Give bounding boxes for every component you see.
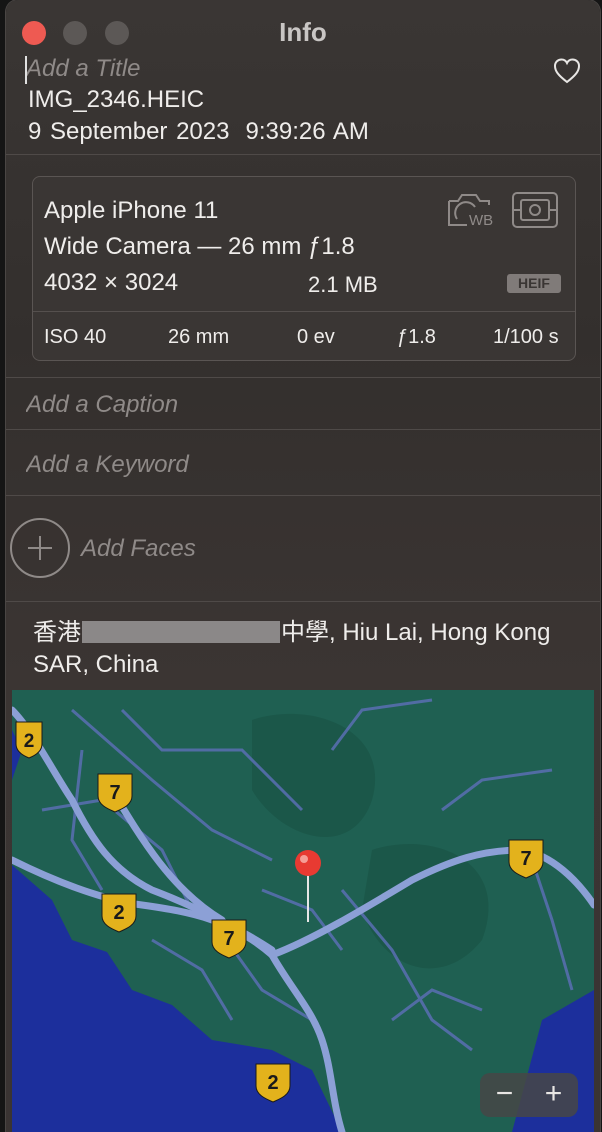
divider <box>6 601 600 602</box>
title-input[interactable] <box>24 54 526 84</box>
keyword-input[interactable] <box>26 448 566 482</box>
lens-info: Wide Camera — 26 mm ƒ1.8 <box>44 233 355 260</box>
hill-shading <box>252 713 376 838</box>
zoom-out-button[interactable]: − <box>480 1073 529 1117</box>
image-dimensions: 4032 × 3024 <box>44 269 179 296</box>
route-shield: 7 <box>97 773 133 813</box>
route-shield: 2 <box>15 721 43 759</box>
exif-aperture: ƒ1.8 <box>397 326 436 348</box>
divider <box>6 429 600 430</box>
format-badge: HEIF <box>507 274 561 293</box>
route-shield: 2 <box>101 893 137 933</box>
location-map[interactable]: 2 7 2 7 7 2 − + <box>12 690 594 1132</box>
location-address: 香港 中學, Hiu Lai, Hong Kong SAR, China <box>33 617 593 681</box>
camera-model: Apple iPhone 11 <box>44 197 219 224</box>
exif-iso: ISO 40 <box>44 326 107 348</box>
water-area <box>12 865 342 1132</box>
zoom-in-button[interactable]: + <box>529 1073 578 1117</box>
wb-text: WB <box>469 212 493 229</box>
map-canvas: 2 7 2 7 7 2 <box>12 698 594 1132</box>
redacted-block <box>82 621 280 643</box>
divider <box>6 377 600 378</box>
capture-time: 9:39:26 AM <box>245 118 369 145</box>
title-bar: Info <box>6 0 600 60</box>
divider <box>6 495 600 496</box>
info-window: Info IMG_2346.HEIC 9 September 2023 9:39:… <box>6 0 600 1132</box>
capture-datetime: 9 September 2023 9:39:26 AM <box>28 118 369 146</box>
white-balance-icon: WB <box>448 194 493 229</box>
exif-divider <box>33 311 575 312</box>
camera-info-card: Apple iPhone 11 Wide Camera — 26 mm ƒ1.8… <box>32 176 576 361</box>
favorite-heart-icon[interactable] <box>552 56 582 86</box>
add-faces-button[interactable] <box>10 518 70 578</box>
text-caret <box>25 56 27 84</box>
file-size: 2.1 MB <box>308 272 378 297</box>
add-faces-label[interactable]: Add Faces <box>81 535 196 563</box>
route-shield-number: 7 <box>223 928 234 950</box>
capture-date: 9 September 2023 <box>28 118 230 145</box>
exif-shutter-speed: 1/100 s <box>493 326 559 348</box>
location-prefix: 香港 <box>33 619 81 646</box>
route-shield: 7 <box>211 919 247 959</box>
hill-shading <box>362 844 489 969</box>
route-shield-number: 2 <box>267 1072 278 1094</box>
map-zoom-control: − + <box>480 1073 578 1117</box>
exif-exposure: 0 ev <box>297 326 335 348</box>
location-pin-icon[interactable] <box>295 850 321 922</box>
file-name: IMG_2346.HEIC <box>28 86 205 113</box>
route-shield: 7 <box>508 839 544 879</box>
exif-focal-length: 26 mm <box>168 326 230 348</box>
metering-mode-icon <box>512 192 558 228</box>
divider <box>6 154 600 155</box>
window-title: Info <box>279 17 327 47</box>
route-shield-number: 7 <box>520 848 531 870</box>
caption-input[interactable] <box>26 388 566 422</box>
route-shield-number: 2 <box>113 902 124 924</box>
route-shield-number: 7 <box>109 782 120 804</box>
route-shield-number: 2 <box>24 731 35 752</box>
